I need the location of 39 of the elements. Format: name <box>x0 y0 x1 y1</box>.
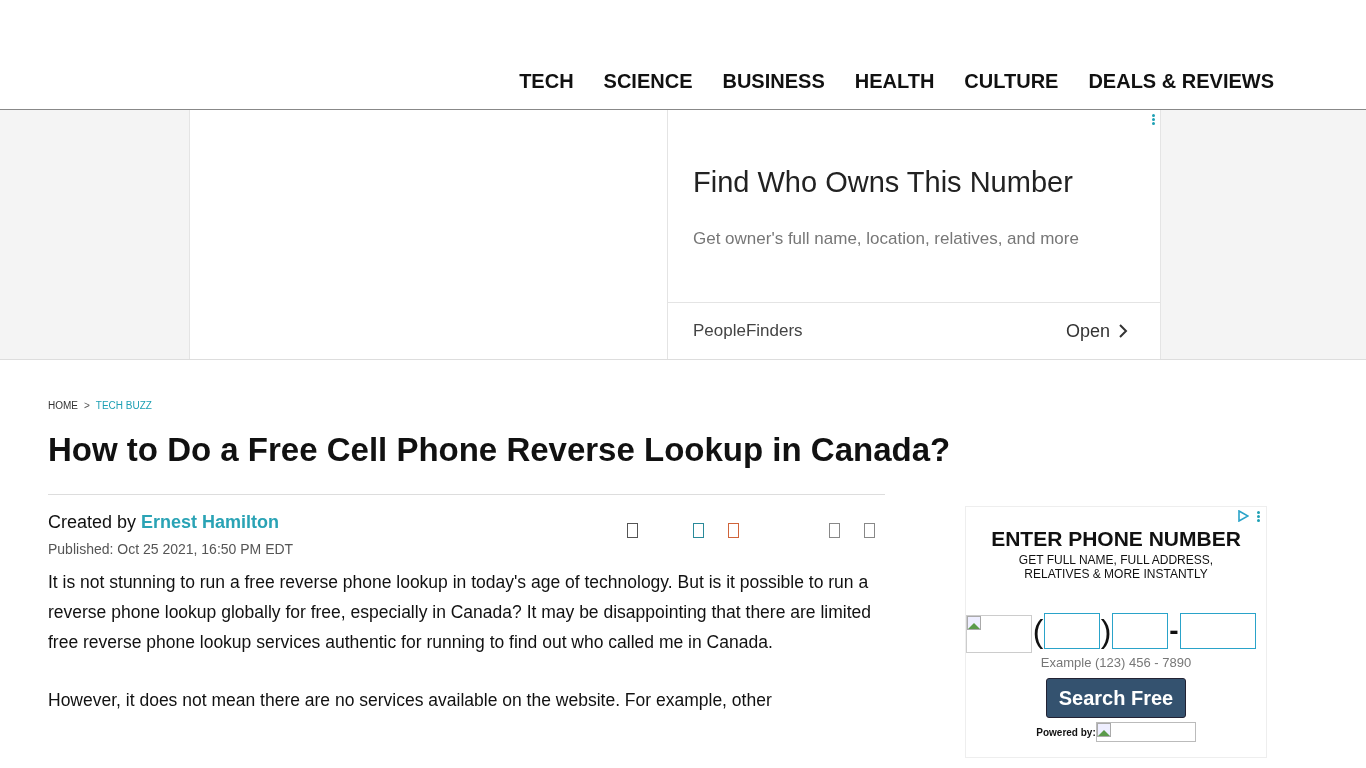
ad-subheading: GET FULL NAME, FULL ADDRESS, RELATIVES & MORE INSTANTLY <box>1017 553 1215 581</box>
byline-label: Created by <box>48 512 137 532</box>
broken-image-icon <box>1095 722 1196 742</box>
nav-link[interactable]: CULTURE <box>964 70 1059 109</box>
prefix-field[interactable] <box>1112 613 1168 649</box>
ad-description: Get owner's full name, location, relatives, and more <box>693 229 1080 249</box>
share-icon[interactable] <box>693 523 704 538</box>
breadcrumb-link[interactable]: HOME <box>48 400 78 411</box>
article-title: How to Do a Free Cell Phone Reverse Lookup in Canada? <box>48 431 951 469</box>
nav-link[interactable]: BUSINESS <box>722 70 825 109</box>
publish-date: Published: Oct 25 2021, 16:50 PM EDT <box>48 541 294 557</box>
nav-link[interactable]: TECH <box>519 70 574 109</box>
share-icon[interactable] <box>728 523 739 538</box>
example-text: Example (123) 456 - 7890 <box>1040 655 1192 670</box>
paragraph: However, it does not mean there are no services available on the website. For example, other <box>48 689 773 712</box>
ad-heading: ENTER PHONE NUMBER <box>991 527 1241 551</box>
chevron-icon <box>1118 323 1128 339</box>
nav-link[interactable]: SCIENCE <box>603 70 693 109</box>
search-button[interactable]: Search Free <box>1046 678 1186 718</box>
area-code-field[interactable] <box>1044 613 1100 649</box>
advertiser-name: PeopleFinders <box>693 321 803 341</box>
parenthesis: ( <box>1032 612 1044 650</box>
play-icon[interactable] <box>1237 510 1249 522</box>
parenthesis: ) <box>1100 612 1112 650</box>
share-icon[interactable] <box>627 523 638 538</box>
powered-by-label: Powered by: <box>1036 726 1096 738</box>
nav-link[interactable]: HEALTH <box>854 70 935 109</box>
nav-link[interactable]: DEALS & REVIEWS <box>1088 70 1274 109</box>
broken-image-icon <box>966 615 1032 653</box>
line-number-field[interactable] <box>1180 613 1256 649</box>
paragraph: It is not stunning to run a free reverse phone lookup in today's age of technology. But is it possible to run a reverse phone lookup globally for free, especially in Canada? It may be disappointing that there are limited free reverse phone lookup services authentic for running to find out who called me in Canada. <box>48 571 872 654</box>
options-icon[interactable] <box>1152 114 1155 125</box>
share-icon[interactable] <box>864 523 875 538</box>
open-link[interactable]: Open <box>1065 320 1128 342</box>
ad-headline[interactable]: Find Who Owns This Number <box>693 166 1135 199</box>
options-icon[interactable] <box>1257 510 1260 522</box>
dash: - <box>1168 615 1180 647</box>
breadcrumb-separator: > <box>84 400 90 411</box>
share-icon[interactable] <box>829 523 840 538</box>
